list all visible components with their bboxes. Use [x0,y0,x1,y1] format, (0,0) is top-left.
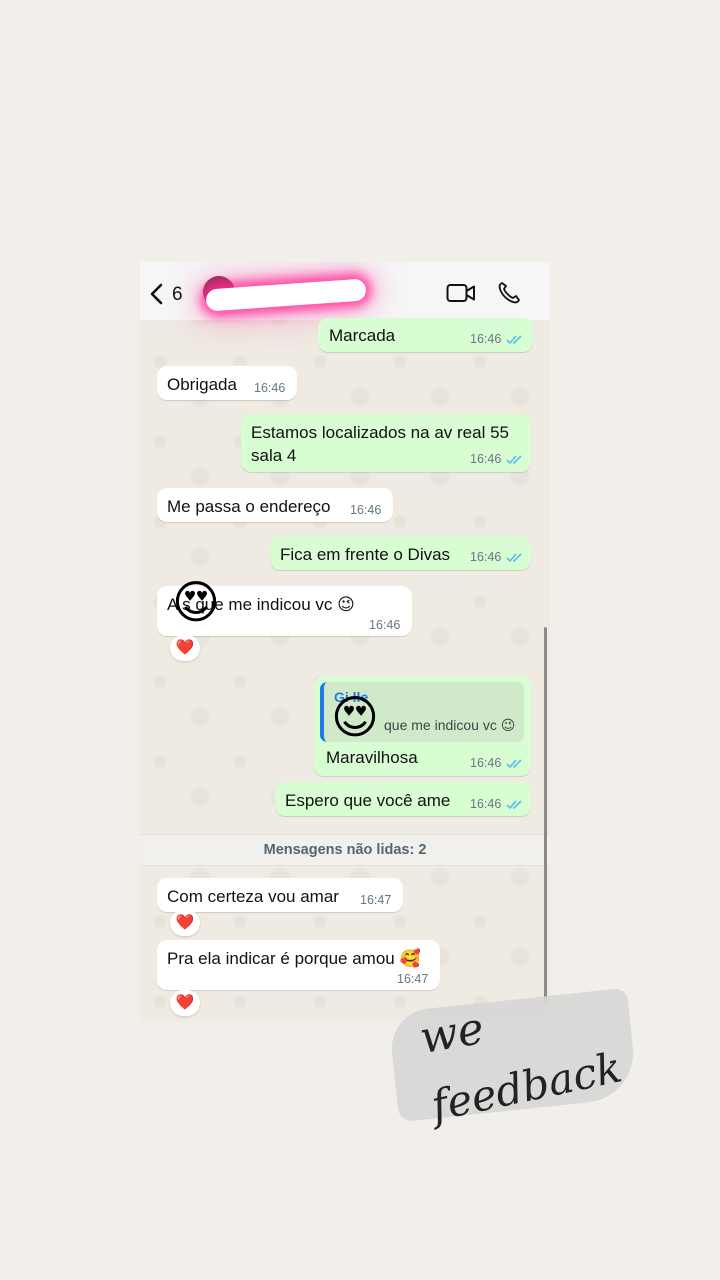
message-text: Fica em frente o Divas [280,545,451,564]
message-outgoing[interactable]: Marcada 16:46 [318,318,533,352]
heart-reaction[interactable]: ❤️ [170,990,200,1016]
message-time: 16:46 [369,618,401,632]
read-ticks-icon [506,553,522,563]
message-incoming[interactable]: Com certeza vou amar 16:47 [157,878,403,912]
message-incoming[interactable]: Me passa o endereço 16:46 [157,488,393,522]
heart-eyes-emoji-sticker: 😍 [331,691,379,743]
chevron-left-icon[interactable] [146,282,170,306]
back-unread-count[interactable]: 6 [172,284,183,306]
message-outgoing[interactable]: Fica em frente o Divas 16:46 [270,536,531,570]
read-ticks-icon [506,800,522,810]
message-time: 16:46 [470,756,502,770]
message-text: Obrigada [167,375,237,394]
quoted-text: que me indicou vc 😉 [384,717,516,733]
message-text: Pra ela indicar é porque amou 🥰 [167,949,421,968]
heart-reaction[interactable]: ❤️ [170,910,200,936]
message-time: 16:47 [397,972,429,986]
read-ticks-icon [506,759,522,769]
message-outgoing[interactable]: Espero que você ame 16:46 [275,782,531,816]
heart-reaction[interactable]: ❤️ [170,635,200,661]
message-incoming[interactable]: Obrigada 16:46 [157,366,297,400]
chat-window: 6 Marcada 16:46 Obrigada 16:46 Estamos l… [140,262,550,1022]
message-incoming[interactable]: Pra ela indicar é porque amou 🥰 16:47 [157,940,440,990]
heart-eyes-emoji-sticker: 😍 [172,576,220,628]
chat-header: 6 [140,262,550,320]
unread-messages-divider: Mensagens não lidas: 2 [140,834,550,866]
message-text: Marcada [329,326,396,345]
read-ticks-icon [506,335,522,345]
message-time: 16:46 [470,550,502,564]
message-text: Espero que você ame [285,791,451,810]
message-time: 16:46 [470,452,502,466]
message-text: Me passa o endereço [167,497,331,516]
message-time: 16:46 [350,503,382,517]
scrollbar[interactable] [544,627,547,1002]
message-text: Maravilhosa [326,748,418,767]
message-time: 16:47 [360,893,392,907]
video-call-icon[interactable] [446,282,476,304]
sticker-text-we: we [416,1002,488,1065]
message-text: Com certeza vou amar [167,887,339,906]
read-ticks-icon [506,455,522,465]
message-time: 16:46 [470,797,502,811]
phone-call-icon[interactable] [496,280,522,306]
message-outgoing[interactable]: Estamos localizados na av real 55 sala 4… [241,414,531,472]
message-time: 16:46 [254,381,286,395]
message-time: 16:46 [470,332,502,346]
